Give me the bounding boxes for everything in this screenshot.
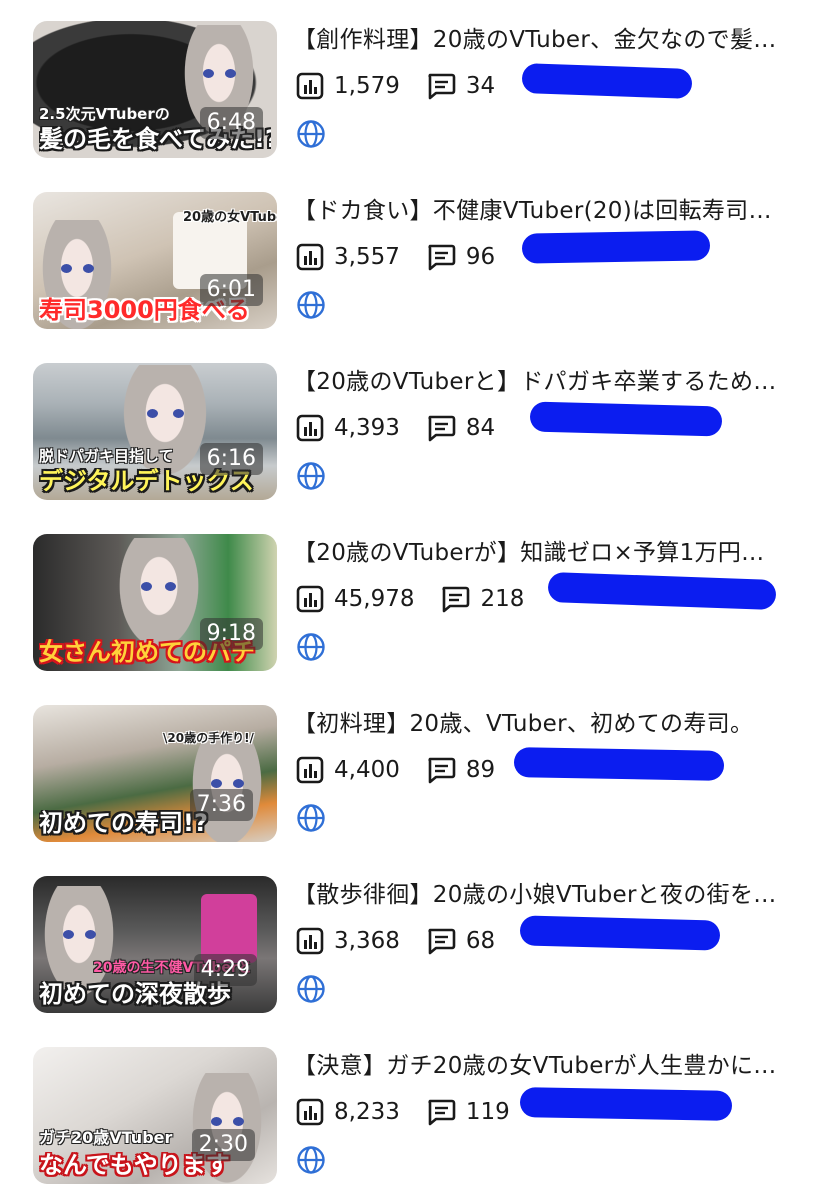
bar-chart-icon <box>296 756 324 784</box>
redaction-mark <box>521 230 711 264</box>
globe-icon[interactable] <box>296 119 326 149</box>
views-stat: 1,579 <box>296 72 400 100</box>
video-row[interactable]: 脱ドパガキ目指して デジタルデトックス 6:16 【20歳のVTuberと】ドパ… <box>0 363 839 503</box>
view-count: 4,400 <box>334 757 400 783</box>
duration-badge: 2:30 <box>191 1129 255 1161</box>
video-title[interactable]: 【ドカ食い】不健康VTuber(20)は回転寿司… <box>293 196 793 226</box>
video-stats: 3,557 96 <box>296 239 521 275</box>
views-stat: 8,233 <box>296 1098 400 1126</box>
redaction-mark <box>513 747 725 781</box>
video-stats: 4,393 84 <box>296 410 521 446</box>
views-stat: 45,978 <box>296 585 414 613</box>
redaction-mark <box>529 401 723 437</box>
bar-chart-icon <box>296 927 324 955</box>
video-thumbnail[interactable]: 20歳の女VTuber 寿司3000円食べる 6:01 <box>33 192 277 329</box>
video-title[interactable]: 【決意】ガチ20歳の女VTuberが人生豊かに… <box>293 1051 793 1081</box>
views-stat: 4,400 <box>296 756 400 784</box>
comment-icon <box>428 928 456 955</box>
bar-chart-icon <box>296 1098 324 1126</box>
video-title[interactable]: 【初料理】20歳、VTuber、初めての寿司。 <box>293 709 793 739</box>
duration-badge: 4:29 <box>193 954 257 986</box>
comment-count: 34 <box>465 73 496 99</box>
view-count: 8,233 <box>334 1099 400 1125</box>
globe-icon[interactable] <box>296 290 326 320</box>
thumbnail-subtext: 20歳の女VTuber <box>183 210 277 225</box>
views-stat: 4,393 <box>296 414 400 442</box>
video-stats: 1,579 34 <box>296 68 521 104</box>
duration-badge: 6:48 <box>199 107 263 139</box>
video-list: 2.5次元VTuberの 髪の毛を食べてみた!? 6:48 【創作料理】20歳の… <box>0 0 839 1200</box>
view-count: 1,579 <box>334 73 400 99</box>
video-row[interactable]: ガチ20歳VTuber なんでもやります 2:30 【決意】ガチ20歳の女VTu… <box>0 1047 839 1187</box>
video-title[interactable]: 【創作料理】20歳のVTuber、金欠なので髪… <box>293 25 793 55</box>
comment-icon <box>428 244 456 271</box>
comments-stat: 119 <box>426 1098 510 1126</box>
comment-count: 68 <box>465 928 496 954</box>
video-title[interactable]: 【20歳のVTuberと】ドパガキ卒業するため… <box>293 367 793 397</box>
video-row[interactable]: 20歳の女VTuber 寿司3000円食べる 6:01 【ドカ食い】不健康VTu… <box>0 192 839 332</box>
video-row[interactable]: \20歳の手作り!/ 初めての寿司!? 7:36 【初料理】20歳、VTuber… <box>0 705 839 845</box>
video-stats: 3,368 68 <box>296 923 521 959</box>
video-row[interactable]: 2.5次元VTuberの 髪の毛を食べてみた!? 6:48 【創作料理】20歳の… <box>0 21 839 161</box>
video-thumbnail[interactable]: \20歳の手作り!/ 初めての寿司!? 7:36 <box>33 705 277 842</box>
comment-count: 84 <box>465 415 496 441</box>
view-count: 3,557 <box>334 244 400 270</box>
globe-icon[interactable] <box>296 1145 326 1175</box>
globe-icon[interactable] <box>296 974 326 1004</box>
duration-badge: 6:16 <box>199 443 263 475</box>
comment-icon <box>428 757 456 784</box>
comment-count: 119 <box>465 1099 510 1125</box>
video-thumbnail[interactable]: 脱ドパガキ目指して デジタルデトックス 6:16 <box>33 363 277 500</box>
comment-count: 218 <box>480 586 525 612</box>
video-title[interactable]: 【散歩徘徊】20歳の小娘VTuberと夜の街を… <box>293 880 793 910</box>
video-stats: 4,400 89 <box>296 752 521 788</box>
view-count: 4,393 <box>334 415 400 441</box>
comment-icon <box>428 73 456 100</box>
globe-icon[interactable] <box>296 632 326 662</box>
comment-count: 96 <box>465 244 496 270</box>
bar-chart-icon <box>296 72 324 100</box>
redaction-mark <box>519 1087 733 1121</box>
comment-count: 89 <box>465 757 496 783</box>
duration-badge: 9:18 <box>199 618 263 650</box>
view-count: 3,368 <box>334 928 400 954</box>
bar-chart-icon <box>296 414 324 442</box>
comment-icon <box>428 415 456 442</box>
comment-icon <box>442 586 470 613</box>
video-thumbnail[interactable]: 女さん初めてのパチ 9:18 <box>33 534 277 671</box>
duration-badge: 7:36 <box>189 789 253 821</box>
comments-stat: 96 <box>426 243 495 271</box>
view-count: 45,978 <box>334 586 415 612</box>
comments-stat: 84 <box>426 414 495 442</box>
duration-badge: 6:01 <box>199 274 263 306</box>
video-title[interactable]: 【20歳のVTuberが】知識ゼロ×予算1万円… <box>293 538 793 568</box>
video-thumbnail[interactable]: 2.5次元VTuberの 髪の毛を食べてみた!? 6:48 <box>33 21 277 158</box>
views-stat: 3,557 <box>296 243 400 271</box>
video-thumbnail[interactable]: ガチ20歳VTuber なんでもやります 2:30 <box>33 1047 277 1184</box>
comments-stat: 218 <box>440 585 524 613</box>
comments-stat: 34 <box>426 72 495 100</box>
bar-chart-icon <box>296 585 324 613</box>
redaction-mark <box>521 63 693 99</box>
comment-icon <box>428 1099 456 1126</box>
bar-chart-icon <box>296 243 324 271</box>
redaction-mark <box>547 572 777 610</box>
video-stats: 45,978 218 <box>296 581 550 617</box>
thumbnail-subtext: \20歳の手作り!/ <box>163 731 254 745</box>
comments-stat: 89 <box>426 756 495 784</box>
video-row[interactable]: 20歳の生不健VTuberと 初めての深夜散歩 4:29 【散歩徘徊】20歳の小… <box>0 876 839 1016</box>
video-stats: 8,233 119 <box>296 1094 536 1130</box>
views-stat: 3,368 <box>296 927 400 955</box>
comments-stat: 68 <box>426 927 495 955</box>
video-row[interactable]: 女さん初めてのパチ 9:18 【20歳のVTuberが】知識ゼロ×予算1万円… … <box>0 534 839 674</box>
video-thumbnail[interactable]: 20歳の生不健VTuberと 初めての深夜散歩 4:29 <box>33 876 277 1013</box>
redaction-mark <box>519 915 721 951</box>
globe-icon[interactable] <box>296 461 326 491</box>
globe-icon[interactable] <box>296 803 326 833</box>
